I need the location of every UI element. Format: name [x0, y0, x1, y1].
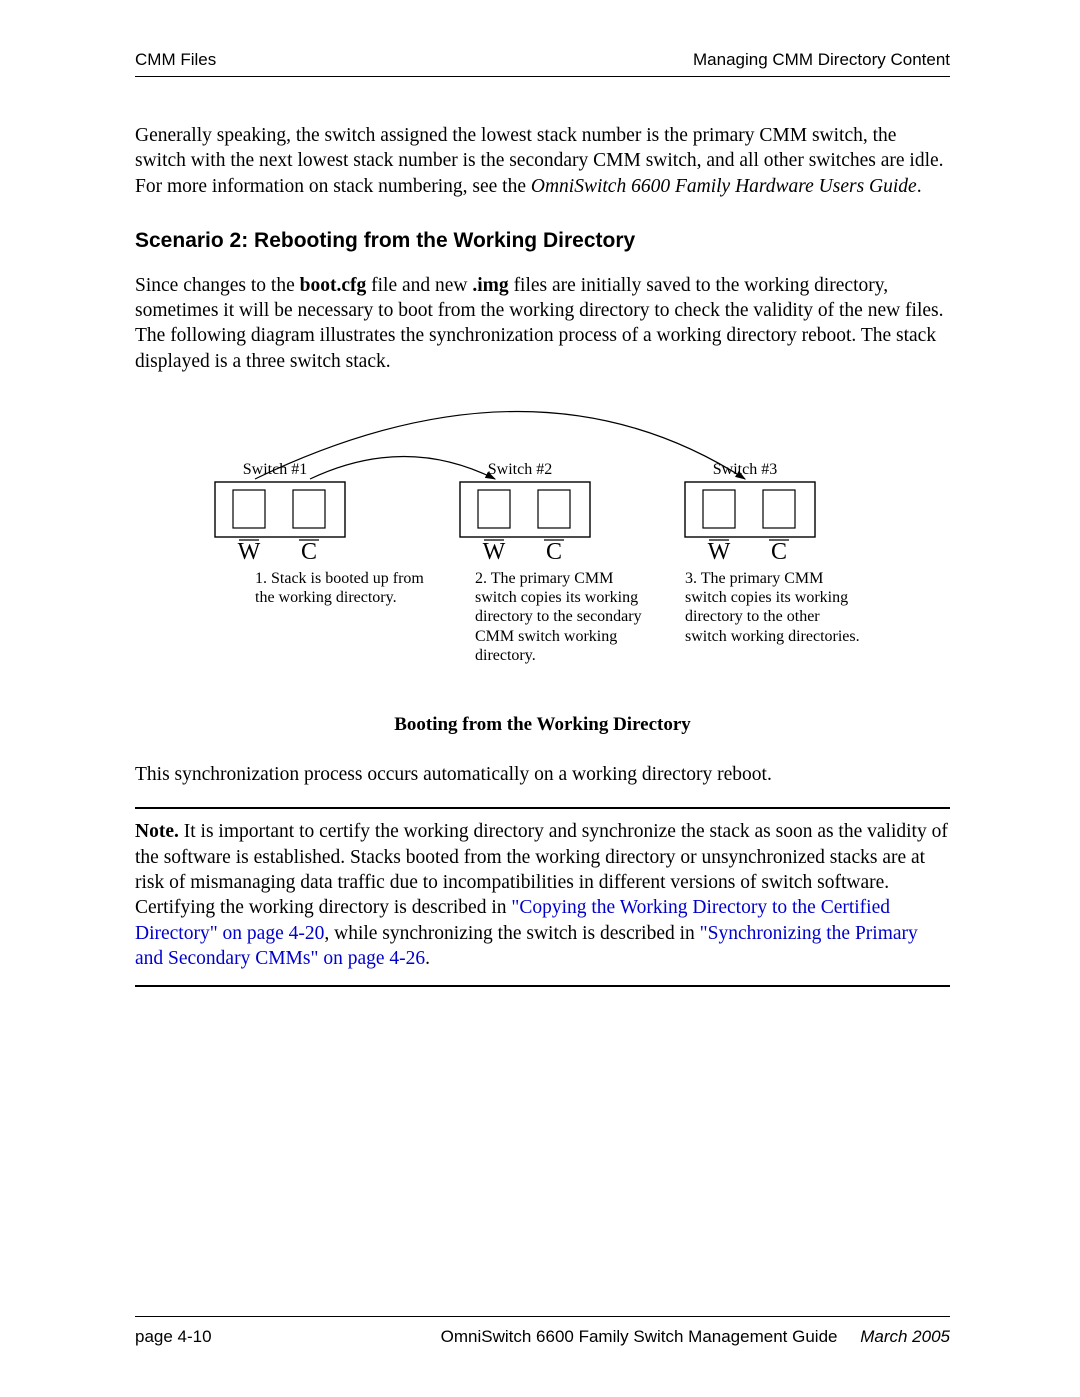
footer-right: OmniSwitch 6600 Family Switch Management…: [441, 1327, 950, 1347]
note-label: Note.: [135, 821, 179, 842]
sw2-w: W: [483, 539, 506, 565]
sw3-c: C: [771, 539, 787, 565]
note-block: Note. It is important to certify the wor…: [135, 807, 950, 987]
p2-bold2: .img: [472, 275, 508, 296]
sw1-c: C: [301, 539, 317, 565]
sw1-w: W: [238, 539, 261, 565]
p2-seg1: Since changes to the: [135, 275, 300, 296]
sync-paragraph: This synchronization process occurs auto…: [135, 762, 950, 787]
header-left: CMM Files: [135, 50, 216, 70]
intro-text-after: .: [917, 176, 922, 197]
footer-left: page 4-10: [135, 1327, 212, 1347]
footer-guide: OmniSwitch 6600 Family Switch Management…: [441, 1327, 838, 1346]
note-seg2: , while synchronizing the switch is desc…: [324, 923, 699, 944]
diagram-svg: Switch #1 W C W C Switch #2: [175, 394, 895, 694]
footer-date: March 2005: [860, 1327, 950, 1346]
step3-text: 3. The primary CMM switch copies its wor…: [685, 569, 860, 646]
switch-label-1: Switch #1: [243, 461, 307, 478]
p2-bold1: boot.cfg: [300, 275, 367, 296]
switch-label-3: Switch #3: [713, 461, 777, 478]
header-right: Managing CMM Directory Content: [693, 50, 950, 70]
step2-text: 2. The primary CMM switch copies its wor…: [475, 569, 650, 665]
intro-paragraph: Generally speaking, the switch assigned …: [135, 123, 950, 199]
page-footer: page 4-10 OmniSwitch 6600 Family Switch …: [135, 1316, 950, 1347]
section-heading: Scenario 2: Rebooting from the Working D…: [135, 229, 950, 253]
note-seg3: .: [425, 948, 430, 969]
note-paragraph: Note. It is important to certify the wor…: [135, 819, 950, 971]
diagram-caption: Booting from the Working Directory: [135, 714, 950, 736]
intro-italic: OmniSwitch 6600 Family Hardware Users Gu…: [531, 176, 917, 197]
scenario-paragraph: Since changes to the boot.cfg file and n…: [135, 273, 950, 374]
p2-seg2: file and new: [366, 275, 472, 296]
document-page: CMM Files Managing CMM Directory Content…: [0, 0, 1080, 1397]
sw3-w: W: [708, 539, 731, 565]
diagram: Switch #1 W C W C Switch #2: [135, 394, 950, 704]
sw2-c: C: [546, 539, 562, 565]
step1-text: 1. Stack is booted up from the working d…: [255, 569, 425, 607]
page-header: CMM Files Managing CMM Directory Content: [135, 50, 950, 77]
switch-label-2: Switch #2: [488, 461, 552, 478]
